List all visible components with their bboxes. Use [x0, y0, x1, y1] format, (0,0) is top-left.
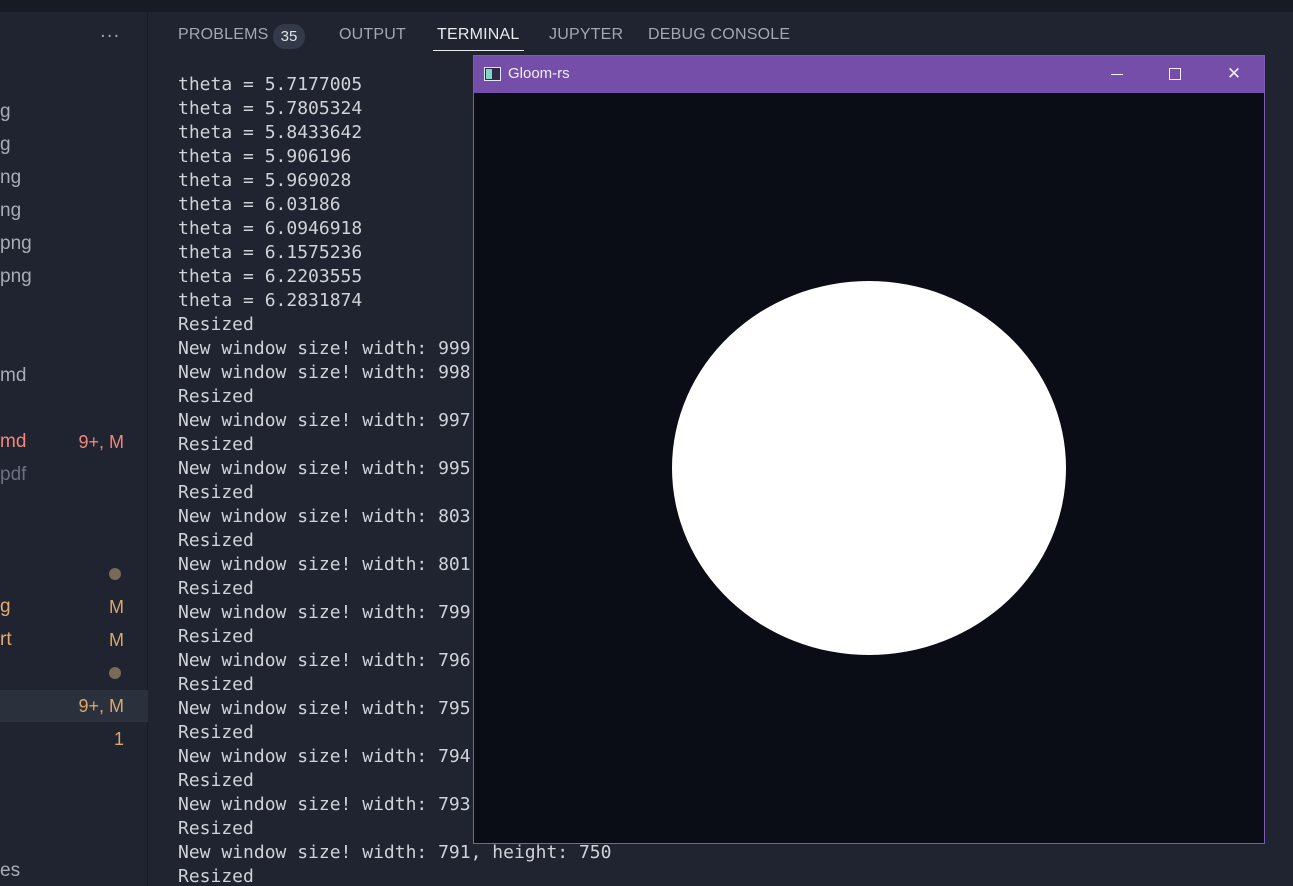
panel-tabs: PROBLEMS 35 OUTPUT TERMINAL JUPYTER DEBU…: [149, 12, 1293, 58]
sidebar-item[interactable]: g: [0, 129, 148, 161]
terminal-line: New window size! width: 791, height: 750: [178, 842, 612, 863]
sidebar-item-label: pdf: [0, 464, 27, 485]
sidebar-item-badge: M: [109, 597, 124, 617]
sidebar-item-label: g: [0, 596, 11, 617]
sidebar-item[interactable]: 1: [0, 723, 148, 755]
app-window-icon: [484, 67, 501, 81]
tab-output[interactable]: OUTPUT: [339, 26, 406, 44]
sidebar-item-label: es: [0, 860, 21, 881]
sidebar-item-label: png: [0, 233, 32, 254]
gloom-rs-window[interactable]: Gloom-rs ✕: [473, 55, 1265, 844]
sidebar-item[interactable]: png: [0, 228, 148, 260]
sidebar-item-label: rt: [0, 629, 12, 650]
sidebar-item[interactable]: rt M: [0, 624, 148, 656]
modified-dot-icon: [109, 568, 121, 580]
sidebar-item-label: g: [0, 134, 11, 155]
sidebar-item-badge: 9+, M: [78, 432, 124, 452]
tab-problems[interactable]: PROBLEMS: [178, 26, 269, 44]
render-canvas[interactable]: [474, 93, 1264, 843]
modified-dot-icon: [109, 667, 121, 679]
minimize-icon: [1111, 74, 1123, 75]
maximize-icon: [1169, 68, 1181, 80]
sidebar-item[interactable]: g: [0, 96, 148, 128]
sidebar-item-badge: 9+, M: [78, 696, 124, 716]
sidebar-item[interactable]: md: [0, 360, 148, 392]
minimize-button[interactable]: [1088, 56, 1146, 93]
white-circle: [672, 281, 1066, 655]
sidebar-item-label: png: [0, 266, 32, 287]
sidebar-item[interactable]: ng: [0, 195, 148, 227]
window-titlebar[interactable]: Gloom-rs ✕: [474, 56, 1264, 93]
close-icon: ✕: [1226, 64, 1242, 84]
sidebar-item-label: md: [0, 365, 27, 386]
terminal-line: Resized: [178, 866, 254, 886]
sidebar-item[interactable]: pdf: [0, 459, 148, 491]
sidebar-item-label: g: [0, 101, 11, 122]
sidebar-item-badge: M: [109, 630, 124, 650]
sidebar-item[interactable]: [0, 656, 148, 688]
sidebar-item[interactable]: 9+, M: [0, 690, 148, 722]
sidebar-item[interactable]: [0, 557, 148, 589]
sidebar-item-badge: 1: [113, 729, 124, 749]
sidebar-item[interactable]: png: [0, 261, 148, 293]
top-strip: [0, 0, 1293, 12]
sidebar-item-label: md: [0, 431, 27, 452]
sidebar-item[interactable]: md 9+, M: [0, 426, 148, 458]
problems-count-badge: 35: [273, 24, 305, 49]
sidebar-item-label: ng: [0, 167, 22, 188]
sidebar-item[interactable]: ng: [0, 162, 148, 194]
explorer-sidebar: ··· g g ng ng png png md md 9+, Mpdf g Mrt M 9+, M1e…: [0, 12, 148, 886]
close-button[interactable]: ✕: [1205, 56, 1263, 93]
maximize-button[interactable]: [1146, 56, 1204, 93]
tab-jupyter[interactable]: JUPYTER: [549, 26, 623, 44]
tab-terminal[interactable]: TERMINAL: [433, 26, 523, 51]
tab-debug-console[interactable]: DEBUG CONSOLE: [648, 26, 790, 44]
more-actions-icon[interactable]: ···: [100, 26, 120, 47]
sidebar-item-label: ng: [0, 200, 22, 221]
sidebar-item[interactable]: es: [0, 855, 148, 886]
sidebar-item[interactable]: gM: [0, 591, 148, 623]
window-title: Gloom-rs: [508, 65, 570, 82]
